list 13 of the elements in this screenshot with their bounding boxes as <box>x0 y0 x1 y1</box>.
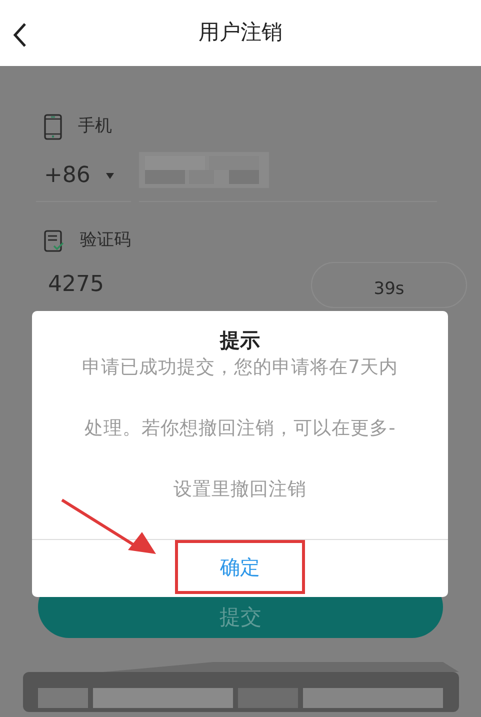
code-label: 验证码 <box>80 229 131 252</box>
phone-label: 手机 <box>78 115 112 138</box>
country-code[interactable]: +86 <box>44 159 90 192</box>
dropdown-icon[interactable] <box>106 172 114 178</box>
document-check-icon <box>44 230 64 252</box>
code-value[interactable]: 4275 <box>48 268 104 300</box>
confirm-button[interactable]: 确定 <box>175 540 305 594</box>
back-icon[interactable] <box>12 22 28 48</box>
phone-icon <box>44 114 62 140</box>
countdown-button[interactable]: 39s <box>311 262 467 308</box>
page-title: 用户注销 <box>198 19 282 46</box>
dialog-message: 申请已成功提交，您的申请将在7天内处理。若你想撤回注销，可以在更多-设置里撤回注销 <box>82 357 398 500</box>
dialog-title: 提示 <box>220 328 260 352</box>
